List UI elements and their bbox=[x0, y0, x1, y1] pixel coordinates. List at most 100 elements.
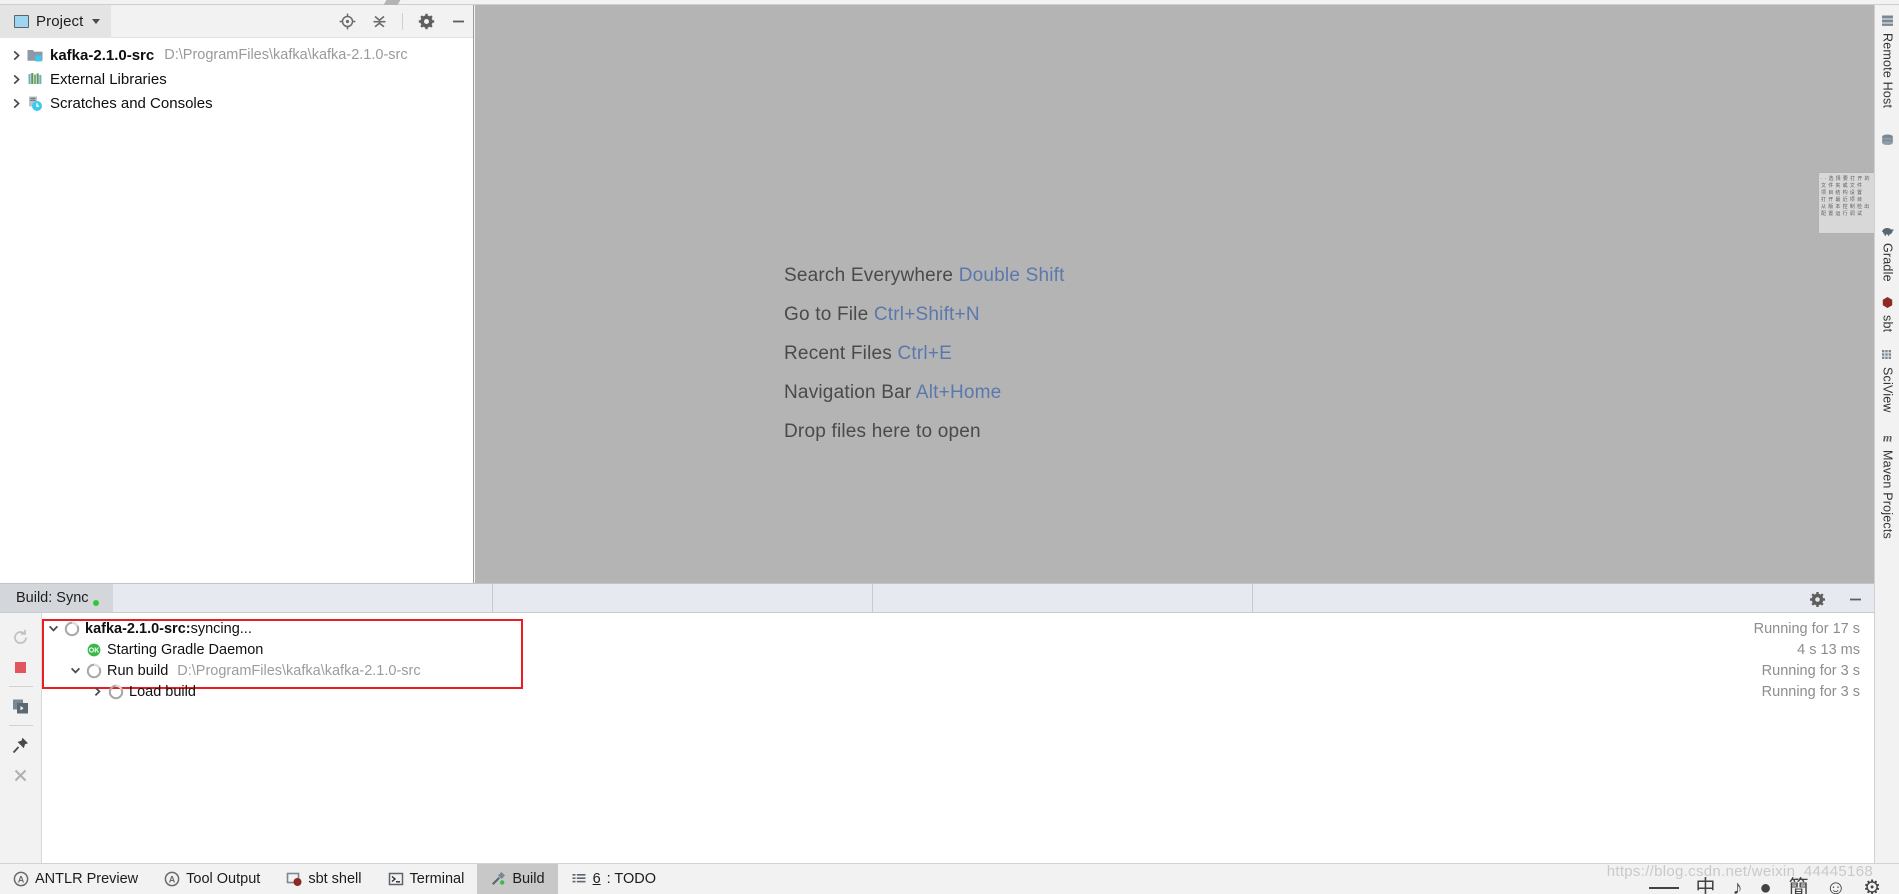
project-tab-label: Project bbox=[36, 12, 84, 30]
toolbar-divider bbox=[8, 725, 33, 726]
build-row-label: kafka-2.1.0-src: bbox=[85, 620, 191, 637]
sidebar-label: sbt bbox=[1880, 315, 1895, 333]
task-spinner-icon bbox=[108, 684, 124, 700]
chevron-right-icon[interactable] bbox=[6, 43, 26, 67]
build-row-run-build[interactable]: Run build D:\ProgramFiles\kafka\kafka-2.… bbox=[42, 660, 1874, 681]
sidebar-label: Remote Host bbox=[1880, 33, 1895, 109]
settings-gear-icon[interactable] bbox=[1808, 590, 1826, 608]
tab-label: Build bbox=[512, 871, 545, 887]
build-panel-body: kafka-2.1.0-src: syncing... Running for … bbox=[0, 613, 1874, 863]
project-tab[interactable]: Project bbox=[0, 4, 112, 38]
remote-host-icon bbox=[1880, 13, 1895, 28]
sidebar-item-remote-host[interactable]: Remote Host bbox=[1875, 13, 1899, 108]
tray-glyph-chinese[interactable]: 中 bbox=[1696, 871, 1716, 894]
antlr-icon: A bbox=[13, 871, 29, 887]
tray-glyph-gear[interactable]: ⚙ bbox=[1863, 875, 1881, 894]
tree-node-scratches[interactable]: Scratches and Consoles bbox=[0, 91, 473, 115]
editor-empty-area[interactable]: Search Everywhere Double Shift Go to Fil… bbox=[475, 5, 1874, 583]
right-tool-window-bar: Remote Host Gradle sbt SciView m Maven P… bbox=[1874, 5, 1899, 894]
mini-popup-row: 从 版 本 控 制 检 出 bbox=[1821, 204, 1870, 210]
refresh-icon[interactable] bbox=[4, 622, 38, 652]
sbt-shell-icon bbox=[286, 871, 302, 887]
maven-m-icon: m bbox=[1880, 430, 1895, 445]
sciview-grid-icon bbox=[1880, 347, 1895, 362]
tip-navigation-bar: Navigation Bar Alt+Home bbox=[784, 382, 1065, 404]
tab-tool-output[interactable]: A Tool Output bbox=[151, 864, 273, 894]
tab-todo[interactable]: 6: TODO bbox=[558, 864, 670, 894]
gradle-elephant-icon bbox=[1880, 223, 1895, 238]
tray-glyph-simplified[interactable]: 簡 bbox=[1789, 871, 1809, 894]
chevron-right-icon[interactable] bbox=[6, 67, 26, 91]
chevron-down-icon[interactable] bbox=[64, 665, 86, 676]
tab-terminal[interactable]: Terminal bbox=[375, 864, 478, 894]
tree-node-kafka[interactable]: kafka-2.1.0-src D:\ProgramFiles\kafka\ka… bbox=[0, 43, 473, 67]
locate-target-icon[interactable] bbox=[338, 13, 356, 31]
module-folder-icon bbox=[26, 46, 44, 64]
chevron-down-icon[interactable] bbox=[42, 623, 64, 634]
sidebar-item-gradle[interactable]: Gradle bbox=[1875, 223, 1899, 282]
mini-popup-row: 配 置 运 行 调 试 bbox=[1821, 211, 1863, 217]
collapse-all-icon[interactable] bbox=[370, 13, 388, 31]
tab-label: : TODO bbox=[606, 871, 657, 887]
sidebar-label: SciView bbox=[1880, 367, 1895, 413]
project-panel-toolbar bbox=[338, 5, 467, 38]
tray-glyph-note[interactable]: ♪ bbox=[1733, 877, 1743, 894]
settings-gear-icon[interactable] bbox=[417, 13, 435, 31]
build-row-starting-gradle-daemon[interactable]: OK Starting Gradle Daemon 4 s 13 ms bbox=[42, 639, 1874, 660]
bottom-tool-window-bar: A ANTLR Preview A Tool Output sbt shell … bbox=[0, 863, 1899, 894]
tree-node-external-libraries[interactable]: External Libraries bbox=[0, 67, 473, 91]
antlr-icon: A bbox=[164, 871, 180, 887]
tip-label: Search Everywhere bbox=[784, 265, 954, 286]
build-row-label: Starting Gradle Daemon bbox=[107, 641, 264, 658]
tab-label: Terminal bbox=[409, 871, 465, 887]
pin-icon[interactable] bbox=[4, 730, 38, 760]
svg-text:OK: OK bbox=[89, 647, 100, 654]
tip-search-everywhere: Search Everywhere Double Shift bbox=[784, 265, 1065, 287]
chevron-down-icon[interactable] bbox=[92, 18, 101, 24]
run-console-icon[interactable] bbox=[4, 691, 38, 721]
minimize-icon[interactable] bbox=[1846, 590, 1864, 608]
stop-icon[interactable] bbox=[4, 652, 38, 682]
build-side-toolbar bbox=[0, 613, 42, 863]
sidebar-item-database[interactable] bbox=[1875, 133, 1899, 153]
tip-shortcut: Ctrl+Shift+N bbox=[873, 304, 980, 325]
task-spinner-icon bbox=[86, 663, 102, 679]
tip-shortcut: Ctrl+E bbox=[897, 343, 953, 364]
scratches-icon bbox=[26, 94, 44, 112]
tab-antlr-preview[interactable]: A ANTLR Preview bbox=[0, 864, 151, 894]
editor-shortcut-tips: Search Everywhere Double Shift Go to Fil… bbox=[784, 265, 1065, 443]
build-row-kafka-sync[interactable]: kafka-2.1.0-src: syncing... Running for … bbox=[42, 618, 1874, 639]
close-icon[interactable] bbox=[4, 760, 38, 790]
tray-glyph-smiley[interactable]: ☺ bbox=[1826, 877, 1846, 894]
build-event-tree: kafka-2.1.0-src: syncing... Running for … bbox=[42, 613, 1874, 863]
project-panel-header: Project bbox=[0, 4, 473, 38]
build-row-path: D:\ProgramFiles\kafka\kafka-2.1.0-src bbox=[177, 662, 421, 679]
build-row-time: 4 s 13 ms bbox=[1797, 641, 1860, 658]
tab-label: ANTLR Preview bbox=[35, 871, 139, 887]
tree-node-label: External Libraries bbox=[50, 70, 167, 88]
build-row-load-build[interactable]: Load build Running for 3 s bbox=[42, 681, 1874, 702]
sidebar-item-maven-projects[interactable]: m Maven Projects bbox=[1875, 430, 1899, 539]
tab-build[interactable]: Build bbox=[477, 863, 558, 894]
chevron-right-icon[interactable] bbox=[86, 686, 108, 697]
sidebar-label: Maven Projects bbox=[1880, 450, 1895, 539]
sidebar-item-sbt[interactable]: sbt bbox=[1875, 295, 1899, 332]
minimize-icon[interactable] bbox=[449, 13, 467, 31]
chevron-right-icon[interactable] bbox=[6, 91, 26, 115]
build-hammer-icon bbox=[490, 871, 506, 887]
tab-sbt-shell[interactable]: sbt shell bbox=[273, 864, 374, 894]
floating-mini-popup[interactable]: · · 选 择 要 打 开 的 文 件 夹 或 文 件 项 目 结 构 设 置 … bbox=[1818, 172, 1880, 234]
tray-glyph-dot[interactable]: ● bbox=[1760, 877, 1772, 894]
build-header-toolbar bbox=[1808, 584, 1864, 614]
idea-window: Project kafka-2.1.0-src D:\ProgramFiles\… bbox=[0, 0, 1899, 894]
build-row-suffix: syncing... bbox=[190, 620, 252, 637]
ok-badge-icon: OK bbox=[86, 642, 102, 658]
build-tab-label: Build: Sync bbox=[16, 590, 89, 606]
tab-label: sbt shell bbox=[308, 871, 362, 887]
tip-label: Navigation Bar bbox=[784, 382, 912, 403]
mini-popup-row: 文 件 夹 或 文 件 bbox=[1821, 183, 1863, 189]
build-sync-tab[interactable]: Build: Sync bbox=[0, 584, 113, 612]
sidebar-item-sciview[interactable]: SciView bbox=[1875, 347, 1899, 413]
tip-label: Go to File bbox=[784, 304, 869, 325]
tip-shortcut: Alt+Home bbox=[915, 382, 1002, 403]
